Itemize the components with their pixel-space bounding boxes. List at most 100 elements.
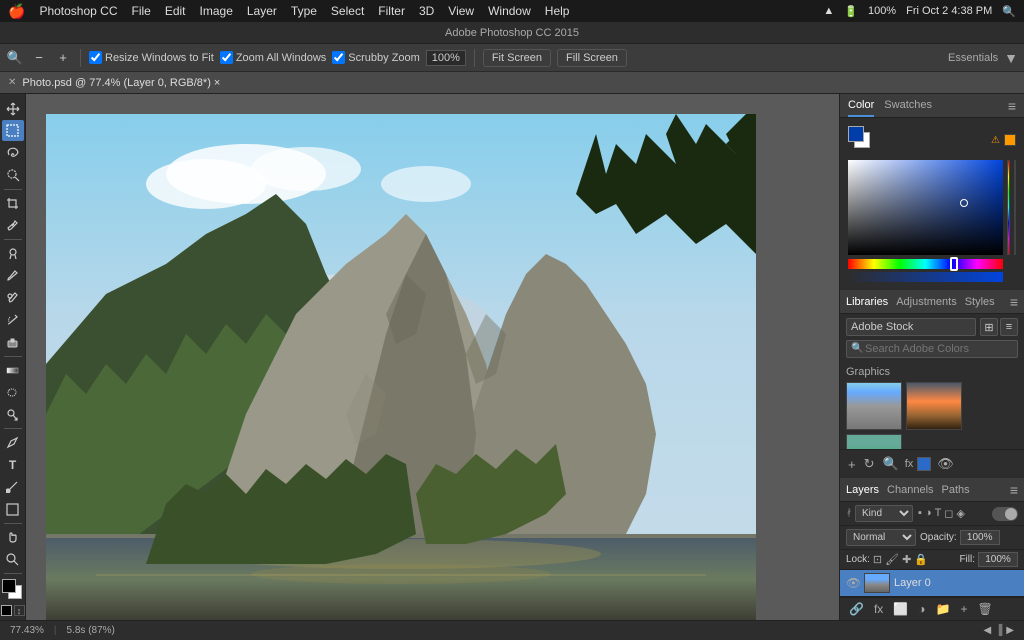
layer-fx-button[interactable]: fx <box>871 601 886 617</box>
eyedropper-tool[interactable] <box>2 215 24 236</box>
alpha-slider[interactable] <box>848 272 1003 282</box>
fit-screen-button[interactable]: Fit Screen <box>483 49 551 67</box>
menu-image[interactable]: Image <box>200 4 233 18</box>
layer-item-0[interactable]: 👁 Layer 0 <box>840 570 1024 597</box>
healing-brush-tool[interactable] <box>2 243 24 264</box>
lock-transparent-icon[interactable]: ⊡ <box>873 553 882 566</box>
library-item-sunset[interactable] <box>906 382 962 430</box>
menu-filter[interactable]: Filter <box>378 4 405 18</box>
lock-position-icon[interactable]: ✚ <box>902 553 911 566</box>
scrubby-zoom-check[interactable]: Scrubby Zoom <box>332 51 420 64</box>
zoom-all-windows-check[interactable]: Zoom All Windows <box>220 51 326 64</box>
tab-libraries[interactable]: Libraries <box>846 294 888 310</box>
fill-input[interactable] <box>978 552 1018 567</box>
layer-delete-button[interactable]: 🗑 <box>974 601 995 617</box>
fg-swatch[interactable] <box>848 126 864 142</box>
libraries-menu-icon[interactable]: ≡ <box>1010 294 1018 310</box>
tab-color[interactable]: Color <box>848 95 874 117</box>
menu-help[interactable]: Help <box>545 4 570 18</box>
library-color-chip[interactable] <box>917 457 931 471</box>
tab-paths[interactable]: Paths <box>942 484 970 496</box>
quick-select-tool[interactable] <box>2 164 24 185</box>
tab-channels[interactable]: Channels <box>887 484 933 496</box>
layer-folder-button[interactable]: 📁 <box>933 601 954 617</box>
set-default-colors[interactable] <box>1 605 12 616</box>
lock-image-icon[interactable]: 🖌 <box>885 553 899 566</box>
dodge-tool[interactable] <box>2 404 24 425</box>
library-grid-view[interactable]: ⊞ <box>980 318 998 336</box>
crop-tool[interactable] <box>2 193 24 214</box>
apple-logo[interactable]: 🍎 <box>8 3 25 20</box>
clone-stamp-tool[interactable] <box>2 287 24 308</box>
zoom-in-icon[interactable]: + <box>54 49 72 67</box>
menu-edit[interactable]: Edit <box>165 4 186 18</box>
blend-mode-dropdown[interactable]: Normal <box>846 529 916 546</box>
color-saturation-picker[interactable] <box>848 160 1003 255</box>
library-add-button[interactable]: + <box>846 455 858 474</box>
library-visible-button[interactable]: 👁 <box>935 454 956 474</box>
zoom-value-input[interactable] <box>426 50 466 66</box>
text-tool[interactable]: T <box>2 454 24 475</box>
layer-new-button[interactable]: + <box>957 601 970 617</box>
lasso-tool[interactable] <box>2 142 24 163</box>
lock-all-icon[interactable]: 🔒 <box>914 553 928 566</box>
menu-3d[interactable]: 3D <box>419 4 434 18</box>
pen-tool[interactable] <box>2 432 24 453</box>
foreground-color-swatch[interactable] <box>2 579 16 593</box>
gradient-tool[interactable] <box>2 360 24 381</box>
library-list-view[interactable]: ≡ <box>1000 318 1018 336</box>
blur-tool[interactable] <box>2 382 24 403</box>
layers-menu-icon[interactable]: ≡ <box>1010 482 1018 498</box>
layer-adjustment-button[interactable]: ◑ <box>915 601 928 617</box>
search-icon[interactable]: 🔍 <box>1002 5 1016 18</box>
filter-toggle[interactable] <box>992 507 1018 521</box>
library-item-forest[interactable] <box>846 434 902 449</box>
panel-menu-icon[interactable]: ≡ <box>1008 98 1016 114</box>
menu-photoshop[interactable]: Photoshop CC <box>39 4 117 18</box>
shape-tool[interactable] <box>2 499 24 520</box>
resize-windows-check[interactable]: Resize Windows to Fit <box>89 51 214 64</box>
tab-swatches[interactable]: Swatches <box>884 95 932 117</box>
hue-slider[interactable] <box>848 259 1003 269</box>
status-arrow-left[interactable]: ◀ <box>984 625 992 636</box>
tab-adjustments[interactable]: Adjustments <box>896 294 957 310</box>
hand-tool[interactable] <box>2 527 24 548</box>
library-sync-button[interactable]: ↻ <box>862 454 877 474</box>
menu-view[interactable]: View <box>448 4 474 18</box>
library-item-mountain[interactable] <box>846 382 902 430</box>
menu-layer[interactable]: Layer <box>247 4 277 18</box>
history-brush-tool[interactable] <box>2 309 24 330</box>
library-search-button[interactable]: 🔍 <box>881 454 901 474</box>
alpha-strip[interactable] <box>1014 160 1017 255</box>
switch-colors[interactable]: ↕ <box>14 605 25 616</box>
menu-select[interactable]: Select <box>331 4 364 18</box>
layer-mask-button[interactable]: ⬜ <box>890 601 911 617</box>
brush-tool[interactable] <box>2 265 24 286</box>
filter-kind-dropdown[interactable]: Kind <box>855 505 913 522</box>
fg-bg-swatches[interactable] <box>848 126 876 154</box>
filter-type-icon[interactable]: T <box>935 507 942 520</box>
panel-options-icon[interactable]: ▼ <box>1004 50 1018 66</box>
menu-type[interactable]: Type <box>291 4 317 18</box>
zoom-tool[interactable] <box>2 549 24 570</box>
filter-pixel-icon[interactable]: ▪ <box>918 507 922 520</box>
fill-screen-button[interactable]: Fill Screen <box>557 49 627 67</box>
filter-shape-icon[interactable]: ◻ <box>944 507 953 520</box>
color-swatches[interactable] <box>2 579 24 600</box>
filter-adjustment-icon[interactable]: ◑ <box>925 507 932 520</box>
zoom-mode-icon[interactable]: 🔍 <box>6 49 24 67</box>
filter-smart-icon[interactable]: ◈ <box>956 507 964 520</box>
eraser-tool[interactable] <box>2 332 24 353</box>
tab-styles[interactable]: Styles <box>965 294 995 310</box>
status-arrow-right[interactable]: ▶ <box>1006 625 1014 636</box>
library-dropdown[interactable]: Adobe Stock <box>846 318 976 336</box>
move-tool[interactable] <box>2 98 24 119</box>
opacity-input[interactable] <box>960 530 1000 545</box>
document-tab[interactable]: ✕ Photo.psd @ 77.4% (Layer 0, RGB/8*) × <box>0 72 1024 94</box>
essentials-label[interactable]: Essentials <box>948 52 998 64</box>
menu-file[interactable]: File <box>131 4 150 18</box>
menu-window[interactable]: Window <box>488 4 531 18</box>
gamut-warning-swatch[interactable] <box>1004 134 1016 146</box>
tab-layers[interactable]: Layers <box>846 484 879 496</box>
tab-close-button[interactable]: ✕ <box>8 77 16 88</box>
